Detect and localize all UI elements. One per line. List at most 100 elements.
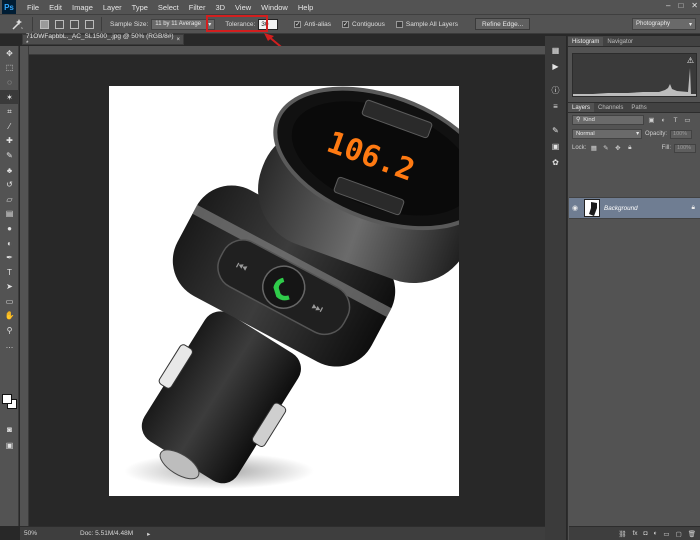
layer-thumbnail: [584, 199, 600, 217]
layer-style-icon[interactable]: fx: [632, 530, 637, 537]
menu-3d[interactable]: 3D: [210, 3, 230, 12]
properties-panel-icon[interactable]: ≡: [545, 98, 566, 114]
sample-all-layers-checkbox[interactable]: [395, 20, 403, 28]
menu-type[interactable]: Type: [127, 3, 153, 12]
lock-image-icon[interactable]: ✎: [601, 144, 610, 153]
tab-channels[interactable]: Channels: [594, 103, 627, 112]
status-menu-arrow-icon[interactable]: ▸: [147, 530, 150, 538]
menu-file[interactable]: File: [22, 3, 44, 12]
info-panel-icon[interactable]: ⓘ: [545, 82, 566, 98]
warning-icon[interactable]: ⚠: [687, 56, 694, 65]
tools-panel: ✥ ⬚ ◌ ✶ ⌗ ⁄ ✚ ✎ ♣ ↺ ▱ ▤ ● ◐ ✒ T ➤ ▭ ✋ ⚲ …: [0, 46, 19, 526]
lock-transparent-icon[interactable]: ▦: [589, 144, 598, 153]
anti-alias-label: Anti-alias: [304, 20, 332, 28]
visibility-eye-icon[interactable]: ◉: [569, 204, 581, 212]
maximize-button[interactable]: □: [678, 1, 683, 10]
menu-view[interactable]: View: [230, 3, 256, 12]
menu-help[interactable]: Help: [293, 3, 318, 12]
lock-label: Lock:: [572, 145, 587, 151]
eyedropper-tool-icon[interactable]: ⁄: [0, 119, 19, 134]
adjustments-panel-icon[interactable]: ✿: [545, 154, 566, 170]
foreground-color-swatch[interactable]: [2, 394, 12, 404]
close-window-button[interactable]: ✕: [691, 1, 698, 10]
clone-stamp-tool-icon[interactable]: ♣: [0, 163, 19, 178]
new-layer-icon[interactable]: ▢: [676, 530, 682, 538]
zoom-tool-icon[interactable]: ⚲: [0, 323, 19, 338]
pen-tool-icon[interactable]: ✒: [0, 250, 19, 265]
history-panel-icon[interactable]: ▦: [545, 42, 566, 58]
new-group-icon[interactable]: ▭: [663, 530, 669, 538]
menu-filter[interactable]: Filter: [184, 3, 211, 12]
delete-layer-icon[interactable]: 🗑︎: [688, 530, 696, 538]
refine-edge-button[interactable]: Refine Edge...: [474, 18, 531, 30]
menu-select[interactable]: Select: [153, 3, 184, 12]
document-tab[interactable]: 71OWFapbbL._AC_SL1500_.jpg @ 50% (RGB/8#…: [22, 32, 184, 47]
screen-mode-icon[interactable]: ▣: [0, 438, 19, 453]
quick-mask-icon[interactable]: ◙: [0, 422, 19, 437]
eraser-tool-icon[interactable]: ▱: [0, 192, 19, 207]
shape-filter-icon[interactable]: ▭: [683, 116, 692, 125]
crop-tool-icon[interactable]: ⌗: [0, 104, 19, 119]
anti-alias-checkbox[interactable]: ✓: [294, 20, 302, 28]
layers-panel-tabs: Layers Channels Paths: [568, 102, 700, 113]
menu-image[interactable]: Image: [67, 3, 98, 12]
layer-mask-icon[interactable]: ◘: [644, 530, 648, 537]
blur-tool-icon[interactable]: ●: [0, 221, 19, 236]
menu-window[interactable]: Window: [256, 3, 293, 12]
type-tool-icon[interactable]: T: [0, 265, 19, 280]
lock-position-icon[interactable]: ✥: [613, 144, 622, 153]
document-canvas[interactable]: ⏮ ⏭ 106.2: [109, 86, 459, 496]
brush-panel-icon[interactable]: ✎: [545, 122, 566, 138]
dodge-tool-icon[interactable]: ◐: [0, 236, 19, 251]
menu-edit[interactable]: Edit: [44, 3, 67, 12]
lock-all-icon[interactable]: 🔒︎: [625, 144, 634, 153]
type-filter-icon[interactable]: T: [671, 116, 680, 125]
lock-row: Lock: ▦ ✎ ✥ 🔒︎ Fill: 100%: [568, 141, 700, 155]
hand-tool-icon[interactable]: ✋: [0, 309, 19, 324]
menu-layer[interactable]: Layer: [98, 3, 127, 12]
tab-histogram[interactable]: Histogram: [568, 37, 604, 46]
add-to-selection-icon[interactable]: [55, 19, 64, 29]
divider: [32, 17, 33, 31]
path-selection-tool-icon[interactable]: ➤: [0, 280, 19, 295]
actions-panel-icon[interactable]: ▶: [545, 58, 566, 74]
move-tool-icon[interactable]: ✥: [0, 46, 19, 61]
adjustment-layer-icon[interactable]: ◐: [653, 530, 657, 537]
contiguous-checkbox[interactable]: ✓: [342, 20, 350, 28]
document-tab-title: 71OWFapbbL._AC_SL1500_.jpg @ 50% (RGB/8#…: [26, 32, 174, 47]
kind-label: Kind: [583, 117, 595, 123]
workspace-select[interactable]: Photography ▾: [632, 18, 696, 30]
healing-brush-tool-icon[interactable]: ✚: [0, 134, 19, 149]
horizontal-ruler: [29, 46, 546, 55]
magic-wand-tool-icon[interactable]: ✶: [0, 89, 19, 105]
tab-navigator[interactable]: Navigator: [603, 37, 637, 46]
fill-label: Fill:: [661, 145, 671, 151]
fill-input[interactable]: 100%: [674, 143, 696, 153]
swatches-panel-icon[interactable]: ▣: [545, 138, 566, 154]
pixel-filter-icon[interactable]: ▣: [647, 116, 656, 125]
zoom-level[interactable]: 50%: [20, 530, 60, 537]
rectangle-tool-icon[interactable]: ▭: [0, 294, 19, 309]
tab-paths[interactable]: Paths: [627, 103, 650, 112]
layer-row-background[interactable]: ◉ Background 🔒︎: [569, 197, 700, 219]
lasso-tool-icon[interactable]: ◌: [0, 75, 19, 90]
opacity-input[interactable]: 100%: [670, 129, 693, 139]
blend-mode-select[interactable]: Normal ▾: [572, 129, 642, 139]
subtract-from-selection-icon[interactable]: [70, 19, 79, 29]
close-tab-icon[interactable]: ×: [176, 37, 180, 43]
gradient-tool-icon[interactable]: ▤: [0, 207, 19, 222]
marquee-tool-icon[interactable]: ⬚: [0, 61, 19, 76]
magic-wand-tool-preset-icon[interactable]: [6, 16, 28, 32]
new-selection-icon[interactable]: [40, 19, 49, 29]
contiguous-label: Contiguous: [352, 20, 385, 28]
adjustment-filter-icon[interactable]: ◐: [659, 116, 668, 125]
minimize-button[interactable]: –: [666, 1, 670, 10]
tab-layers[interactable]: Layers: [568, 103, 595, 112]
intersect-selection-icon[interactable]: [85, 19, 94, 29]
brush-tool-icon[interactable]: ✎: [0, 148, 19, 163]
more-tools-icon[interactable]: …: [0, 338, 19, 353]
layer-kind-filter[interactable]: ⚲ Kind: [572, 115, 644, 125]
right-panels: Histogram Navigator ⚠ Layers Channels Pa…: [567, 36, 700, 540]
link-layers-icon[interactable]: ⛓: [618, 530, 626, 538]
history-brush-tool-icon[interactable]: ↺: [0, 177, 19, 192]
